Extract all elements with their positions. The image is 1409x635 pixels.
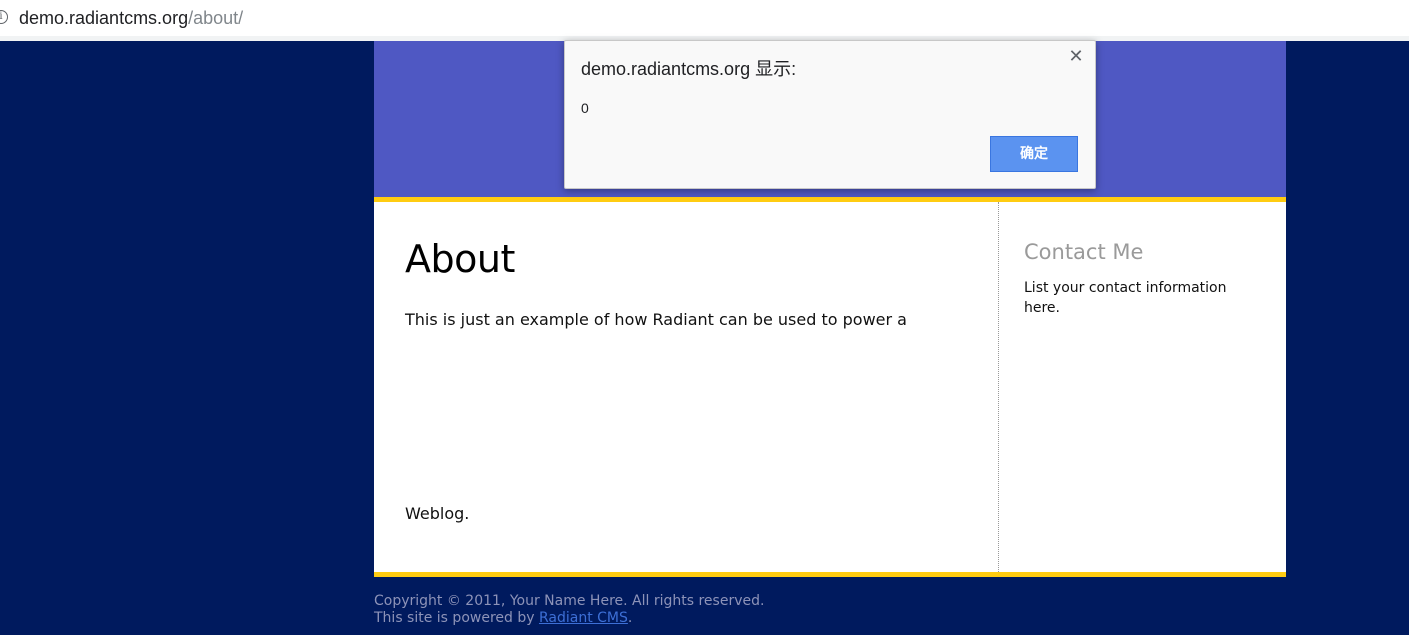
- footer-divider: [374, 572, 1286, 577]
- dialog-message: 0: [581, 100, 589, 116]
- main-column: About This is just an example of how Rad…: [374, 202, 998, 572]
- body-paragraph: This is just an example of how Radiant c…: [405, 310, 907, 329]
- body-paragraph-continued: Weblog.: [405, 504, 470, 523]
- footer-copyright: Copyright © 2011, Your Name Here. All ri…: [374, 593, 765, 609]
- url-path: /about/: [188, 8, 244, 28]
- footer-powered-by: This site is powered by Radiant CMS.: [374, 610, 764, 627]
- sidebar: Contact Me List your contact information…: [998, 202, 1286, 572]
- sidebar-heading: Contact Me: [1024, 240, 1144, 264]
- dialog-title: demo.radiantcms.org 显示:: [581, 59, 797, 79]
- radiant-cms-link[interactable]: Radiant CMS: [539, 610, 628, 626]
- ok-button[interactable]: 确定: [990, 136, 1078, 172]
- close-icon[interactable]: ✕: [1067, 48, 1085, 66]
- address-bar[interactable]: i demo.radiantcms.org/about/: [0, 0, 1409, 37]
- page-title: About: [405, 237, 515, 281]
- footer: Copyright © 2011, Your Name Here. All ri…: [374, 593, 764, 627]
- sidebar-text: List your contact information here.: [1024, 280, 1227, 316]
- content-area: About This is just an example of how Rad…: [374, 202, 1286, 572]
- alert-dialog: demo.radiantcms.org 显示: ✕ 0 确定: [564, 40, 1096, 189]
- url-field[interactable]: demo.radiantcms.org/about/: [19, 7, 243, 29]
- footer-powered-prefix: This site is powered by: [374, 610, 539, 626]
- info-icon[interactable]: i: [0, 10, 8, 24]
- url-host: demo.radiantcms.org: [19, 8, 189, 28]
- footer-powered-suffix: .: [627, 610, 633, 626]
